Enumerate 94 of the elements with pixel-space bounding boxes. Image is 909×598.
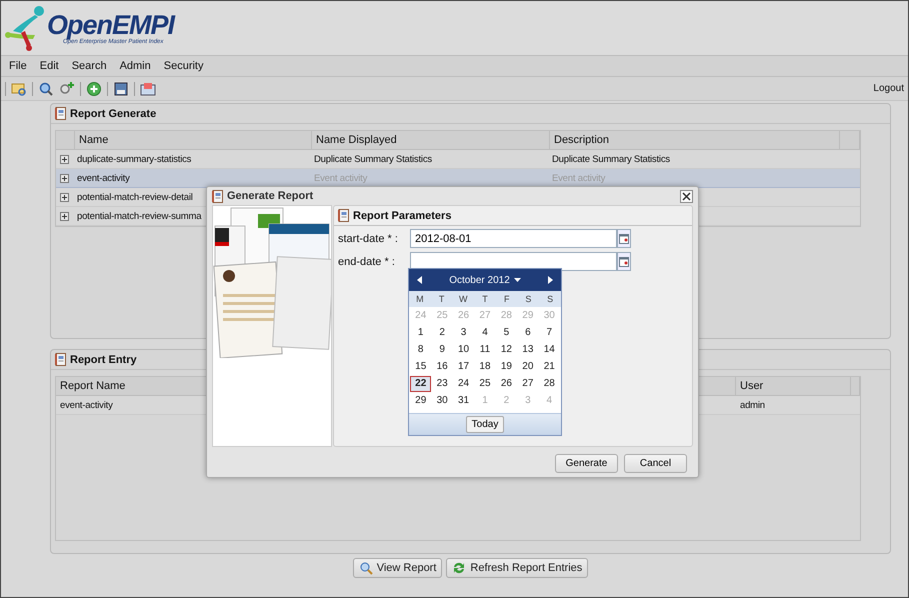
calendar-day[interactable]: 29 xyxy=(410,392,432,408)
weekday-label: F xyxy=(502,294,510,304)
calendar-day[interactable]: 4 xyxy=(474,324,496,340)
weekday-label: S xyxy=(546,294,554,304)
weekday-label: S xyxy=(524,294,532,304)
table-cell: admin xyxy=(740,400,765,410)
search-icon[interactable] xyxy=(38,80,54,96)
weekday-label: T xyxy=(438,294,446,304)
column-header: User xyxy=(736,377,851,395)
right-arrow-icon xyxy=(548,276,554,284)
column-header: Description xyxy=(550,131,840,149)
calendar-day[interactable]: 6 xyxy=(517,324,539,340)
notebook-icon xyxy=(212,190,223,202)
calendar-day[interactable]: 10 xyxy=(452,342,474,358)
expand-icon[interactable] xyxy=(60,174,69,182)
table-cell: Event activity xyxy=(552,172,606,184)
expand-icon[interactable] xyxy=(60,212,69,220)
panel-title: Report Entry xyxy=(70,354,137,366)
calendar-day[interactable]: 14 xyxy=(538,342,560,358)
table-cell: event-activity xyxy=(60,400,113,410)
table-cell: potential-match-review-summa xyxy=(77,210,202,222)
calendar-day[interactable]: 23 xyxy=(431,376,453,392)
calendar-day[interactable]: 24 xyxy=(452,376,474,392)
calendar-day[interactable]: 25 xyxy=(474,376,496,392)
calendar-day[interactable]: 27 xyxy=(517,376,539,392)
calendar-day[interactable]: 26 xyxy=(496,376,518,392)
calendar-day[interactable]: 3 xyxy=(452,324,474,340)
calendar-day[interactable]: 13 xyxy=(517,342,539,358)
notebook-icon xyxy=(55,353,66,366)
calendar-day[interactable]: 21 xyxy=(538,358,560,374)
panel-title: Report Generate xyxy=(70,108,156,120)
calendar-day[interactable]: 20 xyxy=(517,358,539,374)
view-report-button[interactable]: View Report xyxy=(352,558,442,578)
calendar-day[interactable]: 15 xyxy=(410,358,432,374)
notebook-icon xyxy=(55,107,66,120)
calendar-day[interactable]: 31 xyxy=(452,392,474,408)
menu-item[interactable]: Security xyxy=(164,60,204,72)
expand-icon[interactable] xyxy=(60,192,69,202)
weekday-label: M xyxy=(415,294,425,304)
envelope-icon[interactable] xyxy=(140,80,156,96)
table-cell: event-activity xyxy=(77,172,130,184)
search-add-icon[interactable] xyxy=(59,80,75,96)
field-label: start-date * : xyxy=(338,232,399,244)
expand-icon[interactable] xyxy=(60,154,69,164)
calendar-day[interactable]: 9 xyxy=(431,342,453,358)
table-cell: duplicate-summary-statistics xyxy=(77,154,192,164)
calendar-day[interactable]: 30 xyxy=(431,392,453,408)
logo-icon xyxy=(5,5,45,51)
table-cell: Duplicate Summary Statistics xyxy=(552,154,670,164)
logo-name: OpenEMPI xyxy=(47,11,174,39)
weekday-label: T xyxy=(481,294,489,304)
calendar-day[interactable]: 12 xyxy=(496,342,518,358)
generate-button[interactable]: Generate xyxy=(555,454,618,473)
logout-link[interactable]: Logout xyxy=(873,83,904,94)
date-field[interactable]: 2012-08-01 xyxy=(410,229,617,248)
calendar-button[interactable] xyxy=(617,229,631,248)
menu-item[interactable]: Admin xyxy=(120,60,151,72)
menu-item[interactable]: Search xyxy=(72,60,107,72)
search-icon xyxy=(358,561,373,575)
menu-item[interactable]: File xyxy=(9,60,27,72)
caret-icon xyxy=(514,278,521,282)
calendar-day[interactable]: 7 xyxy=(538,324,560,340)
cancel-button[interactable]: Cancel xyxy=(624,454,687,473)
calendar-day[interactable]: 16 xyxy=(431,358,453,374)
calendar-button[interactable] xyxy=(617,252,631,271)
table-cell: potential-match-review-detail xyxy=(77,192,193,202)
calendar-day[interactable]: 1 xyxy=(410,324,432,340)
field-label: end-date * : xyxy=(338,256,396,268)
panel-title: Report Parameters xyxy=(353,210,452,222)
table-cell: Duplicate Summary Statistics xyxy=(314,154,432,164)
calendar-day[interactable]: 11 xyxy=(474,342,496,358)
menu-item[interactable]: Edit xyxy=(40,60,59,72)
calendar-day[interactable]: 17 xyxy=(452,358,474,374)
column-header: Name Displayed xyxy=(312,131,550,149)
calendar-day[interactable]: 2 xyxy=(431,324,453,340)
close-button[interactable] xyxy=(680,190,693,202)
dialog-title: Generate Report xyxy=(227,190,314,202)
calendar-day[interactable]: 18 xyxy=(474,358,496,374)
weekday-label: W xyxy=(458,294,469,304)
calendar-day[interactable]: 22 xyxy=(410,376,432,392)
calendar-day[interactable]: 5 xyxy=(496,324,518,340)
calendar-day[interactable]: 19 xyxy=(496,358,518,374)
today-button[interactable]: Today xyxy=(466,416,504,433)
column-header: Name xyxy=(75,131,312,149)
calendar-day[interactable]: 8 xyxy=(410,342,432,358)
calendar-day[interactable]: 28 xyxy=(538,376,560,392)
refresh-icon xyxy=(452,561,466,575)
notebook-icon xyxy=(338,209,349,222)
table-row[interactable]: event-activity Event activity Event activity xyxy=(56,169,860,188)
refresh-button[interactable]: Refresh Report Entries xyxy=(446,558,588,578)
add-icon[interactable] xyxy=(86,80,102,96)
left-arrow-icon xyxy=(416,276,422,284)
folder-search-icon[interactable] xyxy=(11,80,27,96)
table-cell: Event activity xyxy=(314,172,368,184)
